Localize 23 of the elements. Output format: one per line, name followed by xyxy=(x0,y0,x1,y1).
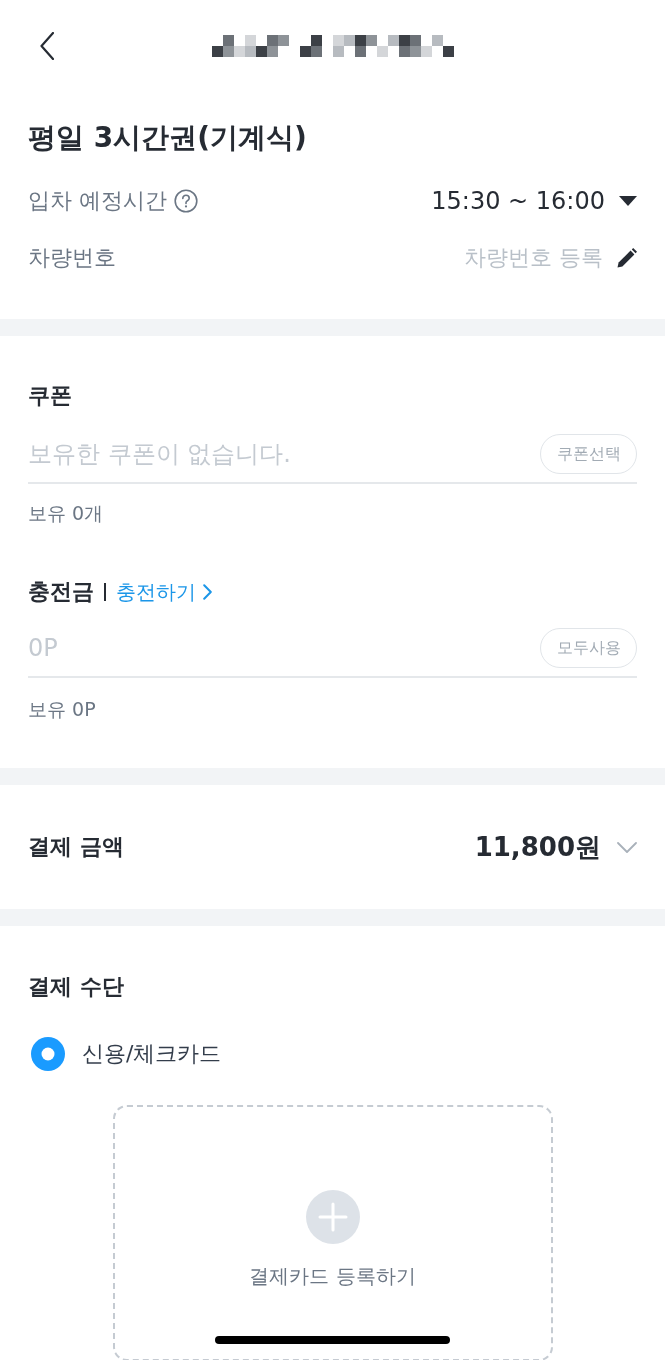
plus-circle-icon xyxy=(305,1190,360,1244)
back-icon xyxy=(40,32,54,60)
detail-label: 입차 예정시간 xyxy=(28,186,167,215)
add-card-button[interactable]: 결제카드 등록하기 xyxy=(112,1105,553,1360)
section-title: 결제 수단 xyxy=(28,973,125,1001)
help-icon[interactable] xyxy=(174,188,198,213)
payment-option[interactable]: 신용/체크카드 xyxy=(28,1032,222,1076)
caret-down-icon xyxy=(619,195,637,206)
use-all-button[interactable]: 모두사용 xyxy=(540,628,637,668)
balance-text: 보유 0개 xyxy=(28,501,105,526)
detail-label: 차량번호 xyxy=(28,243,116,272)
charge-link[interactable]: 충전하기 xyxy=(116,578,212,606)
pencil-icon xyxy=(617,247,637,268)
coupon-input-field[interactable]: 보유한 쿠폰이 없습니다. xyxy=(28,434,528,474)
balance-text: 보유 0P xyxy=(28,697,97,722)
ticket-title: 평일 3시간권(기계식) xyxy=(28,120,308,156)
points-input-field[interactable]: 0P xyxy=(28,628,528,668)
amount-label: 결제 금액 xyxy=(28,833,124,861)
chevron-right-icon xyxy=(203,584,212,600)
section-title: 쿠폰 xyxy=(28,382,73,410)
amount-toggle[interactable]: 11,800원 xyxy=(474,829,637,865)
time-dropdown[interactable]: 15:30 ~ 16:00 xyxy=(431,186,637,215)
section-title: 충전금 xyxy=(28,578,94,606)
